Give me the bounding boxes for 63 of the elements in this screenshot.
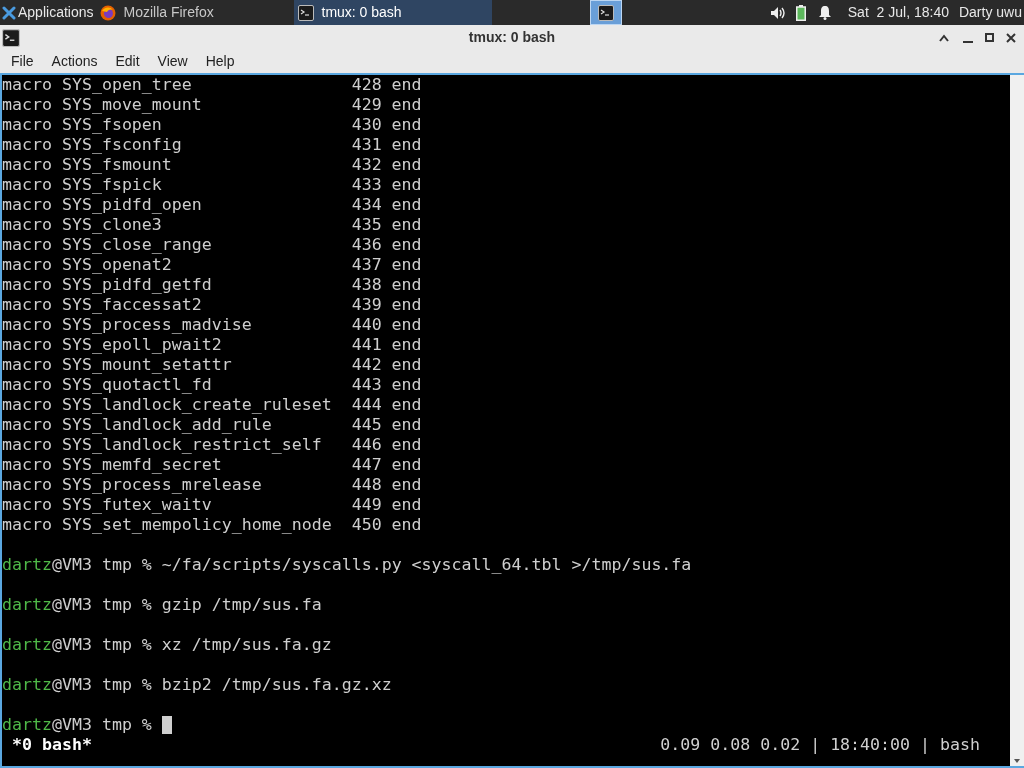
output-line: macro SYS_open_tree 428 end [2,75,423,95]
command-text: bzip2 /tmp/sus.fa.gz.xz [161,675,392,695]
output-line: macro SYS_landlock_create_ruleset 444 end [2,395,423,415]
output-line: macro SYS_close_range 436 end [2,235,423,255]
prompt-user: dartz [2,715,52,735]
prompt-host: @VM3 tmp % [51,715,152,735]
taskbar-button[interactable]: tmux: 0 bash [293,0,492,25]
applications-menu[interactable]: Applications [0,0,96,25]
terminal-icon [297,4,314,21]
window-title: tmux: 0 bash [468,28,556,47]
workspace-button[interactable] [589,0,622,25]
user-name[interactable]: Darty uwu [958,2,1022,23]
menu-item[interactable]: Edit [106,51,149,72]
command-text: xz /tmp/sus.fa.gz [161,635,332,655]
menu-item[interactable]: Help [196,51,244,72]
prompt-user: dartz [2,555,52,575]
output-line: macro SYS_futex_waitv 449 end [2,495,423,515]
terminal-icon [2,28,20,47]
command-text: ~/fa/scripts/syscalls.py <syscall_64.tbl >/tmp/sus.fa [161,555,692,575]
output-line: macro SYS_epoll_pwait2 441 end [2,335,423,355]
output-line: macro SYS_openat2 437 end [2,255,423,275]
prompt-user: dartz [2,675,52,695]
output-line: macro SYS_clone3 435 end [2,215,423,235]
battery-icon[interactable] [795,4,806,21]
output-line: macro SYS_set_mempolicy_home_node 450 end [2,515,423,535]
prompt-host: @VM3 tmp % [51,635,152,655]
output-line: macro SYS_quotactl_fd 443 end [2,375,423,395]
output-line: macro SYS_fspick 433 end [2,175,423,195]
output-line: macro SYS_pidfd_getfd 438 end [2,275,423,295]
prompt-user: dartz [2,595,52,615]
terminal-icon [597,4,614,21]
menu-item[interactable]: File [2,51,43,72]
output-line: macro SYS_landlock_restrict_self 446 end [2,435,423,455]
prompt-host: @VM3 tmp % [51,595,152,615]
roll-up-icon[interactable] [939,33,949,42]
prompt-host: @VM3 tmp % [51,675,152,695]
volume-icon[interactable] [769,5,786,20]
prompt-user: dartz [2,635,52,655]
prompt-host: @VM3 tmp % [51,555,152,575]
scrollbar[interactable] [1010,75,1024,766]
taskbar-button[interactable]: Mozilla Firefox [95,0,294,25]
output-line: macro SYS_faccessat2 439 end [2,295,423,315]
output-line: macro SYS_landlock_add_rule 445 end [2,415,423,435]
output-line: macro SYS_process_madvise 440 end [2,315,423,335]
close-icon[interactable] [1006,32,1016,43]
output-line: macro SYS_mount_setattr 442 end [2,355,423,375]
output-line: macro SYS_fsconfig 431 end [2,135,423,155]
maximize-icon[interactable] [985,33,994,42]
x-logo-icon [2,5,16,20]
tmux-status-info: 0.09 0.08 0.02 | 18:40:00 | bash [660,735,980,755]
menu-item[interactable]: View [148,51,197,72]
command-text: gzip /tmp/sus.fa [161,595,322,615]
output-line: macro SYS_fsopen 430 end [2,115,423,135]
output-line: macro SYS_process_mrelease 448 end [2,475,423,495]
notification-bell-icon[interactable] [817,5,832,20]
output-line: macro SYS_memfd_secret 447 end [2,455,423,475]
output-line: macro SYS_pidfd_open 434 end [2,195,423,215]
clock[interactable]: Sat 2 Jul, 18:40 [847,2,949,23]
browser-icon [99,4,116,21]
menu-item[interactable]: Actions [42,51,107,72]
tmux-window-label: *0 bash* [11,735,92,755]
output-line: macro SYS_move_mount 429 end [2,95,423,115]
output-line: macro SYS_fsmount 432 end [2,155,423,175]
